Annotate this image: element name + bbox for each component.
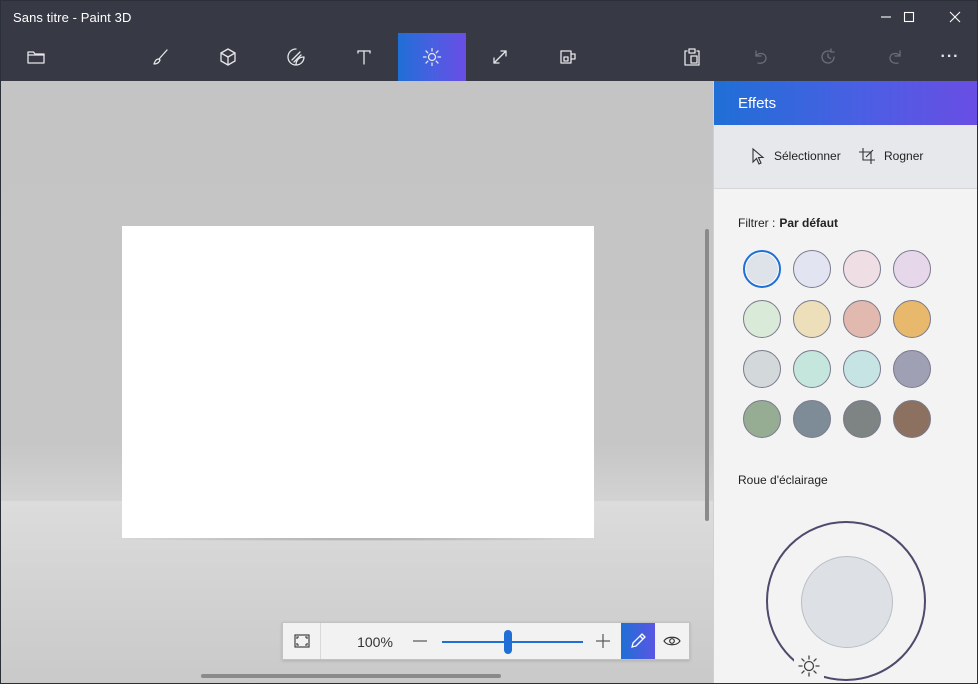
filter-swatch[interactable] <box>793 400 831 438</box>
brush-icon <box>153 49 168 65</box>
effects-panel: Effets Sélectionner Rogner Filtrer : Par … <box>713 81 977 683</box>
redo-icon <box>889 50 901 64</box>
sun-icon <box>798 655 820 677</box>
effects-button[interactable] <box>398 33 466 81</box>
more-icon: ··· <box>940 48 960 65</box>
crop-button[interactable]: Rogner <box>858 147 923 165</box>
filter-swatch[interactable] <box>893 400 931 438</box>
history-icon <box>821 48 835 64</box>
3d-library-button[interactable] <box>534 33 602 81</box>
zoom-slider-thumb[interactable] <box>504 630 513 654</box>
title-bar: Sans titre - Paint 3D <box>1 1 977 33</box>
close-button[interactable] <box>932 1 977 33</box>
crop-icon <box>859 148 875 164</box>
fit-screen-icon <box>293 634 310 648</box>
text-button[interactable] <box>330 33 398 81</box>
close-icon <box>949 11 961 23</box>
filter-swatches <box>742 250 942 450</box>
more-button[interactable]: ··· <box>920 33 977 81</box>
filter-swatch[interactable] <box>793 300 831 338</box>
eye-icon <box>663 636 681 646</box>
undo-button[interactable] <box>726 33 794 81</box>
paste-button[interactable] <box>658 33 726 81</box>
filter-swatch[interactable] <box>743 350 781 388</box>
vertical-scrollbar[interactable] <box>705 229 709 521</box>
resize-icon <box>493 50 507 64</box>
sun-icon <box>422 47 442 67</box>
undo-icon <box>755 50 767 64</box>
library-icon <box>560 50 576 64</box>
panel-header: Effets <box>714 81 977 125</box>
lighting-wheel-label: Roue d'éclairage <box>738 473 828 487</box>
maximize-button[interactable] <box>886 1 932 33</box>
text-icon <box>357 50 371 65</box>
filter-swatch[interactable] <box>793 250 831 288</box>
filter-swatch[interactable] <box>743 300 781 338</box>
drawing-canvas[interactable] <box>122 226 594 538</box>
history-button[interactable] <box>794 33 862 81</box>
cursor-icon <box>752 147 765 165</box>
stickers-button[interactable] <box>262 33 330 81</box>
view-mode-button[interactable] <box>655 623 689 659</box>
light-handle[interactable] <box>794 651 824 681</box>
crop-label: Rogner <box>884 149 924 163</box>
filter-label: Filtrer : Par défaut <box>738 216 838 230</box>
filter-swatch[interactable] <box>843 300 881 338</box>
filter-value: Par défaut <box>779 216 839 230</box>
filter-swatch[interactable] <box>843 350 881 388</box>
filter-caption: Filtrer : <box>738 216 776 230</box>
horizontal-scrollbar[interactable] <box>201 674 501 678</box>
zoom-slider-track[interactable] <box>442 641 583 643</box>
3d-shapes-button[interactable] <box>194 33 262 81</box>
filter-swatch[interactable] <box>893 300 931 338</box>
window-title: Sans titre - Paint 3D <box>13 10 132 25</box>
filter-swatch[interactable] <box>893 350 931 388</box>
canvas-area[interactable]: 100% <box>1 81 713 683</box>
zoom-percent: 100% <box>357 634 393 650</box>
paste-icon <box>684 48 700 66</box>
zoom-bar: 100% <box>282 622 690 660</box>
pencil-icon <box>631 633 646 648</box>
select-button[interactable]: Sélectionner <box>750 147 841 165</box>
filter-swatch[interactable] <box>843 250 881 288</box>
panel-title: Effets <box>738 95 777 112</box>
panel-tools: Sélectionner Rogner <box>714 125 977 189</box>
filter-swatch[interactable] <box>743 400 781 438</box>
folder-icon <box>27 51 45 64</box>
brushes-button[interactable] <box>126 33 194 81</box>
zoom-in-icon[interactable] <box>593 631 613 651</box>
edit-mode-button[interactable] <box>621 623 655 659</box>
maximize-icon <box>903 11 915 23</box>
fit-to-screen-button[interactable] <box>283 623 321 659</box>
lighting-wheel-center <box>801 556 893 648</box>
menu-button[interactable] <box>2 33 70 81</box>
main-toolbar: ··· <box>1 33 977 81</box>
filter-swatch[interactable] <box>893 250 931 288</box>
paint3d-window: Sans titre - Paint 3D ··· 100% Effets Sé… <box>0 0 978 684</box>
filter-swatch[interactable] <box>793 350 831 388</box>
filter-swatch[interactable] <box>743 250 781 288</box>
filter-swatch[interactable] <box>843 400 881 438</box>
zoom-out-icon[interactable] <box>410 631 430 651</box>
sticker-icon <box>287 48 305 66</box>
select-label: Sélectionner <box>774 149 841 163</box>
canvas-button[interactable] <box>466 33 534 81</box>
cube-icon <box>220 48 236 66</box>
